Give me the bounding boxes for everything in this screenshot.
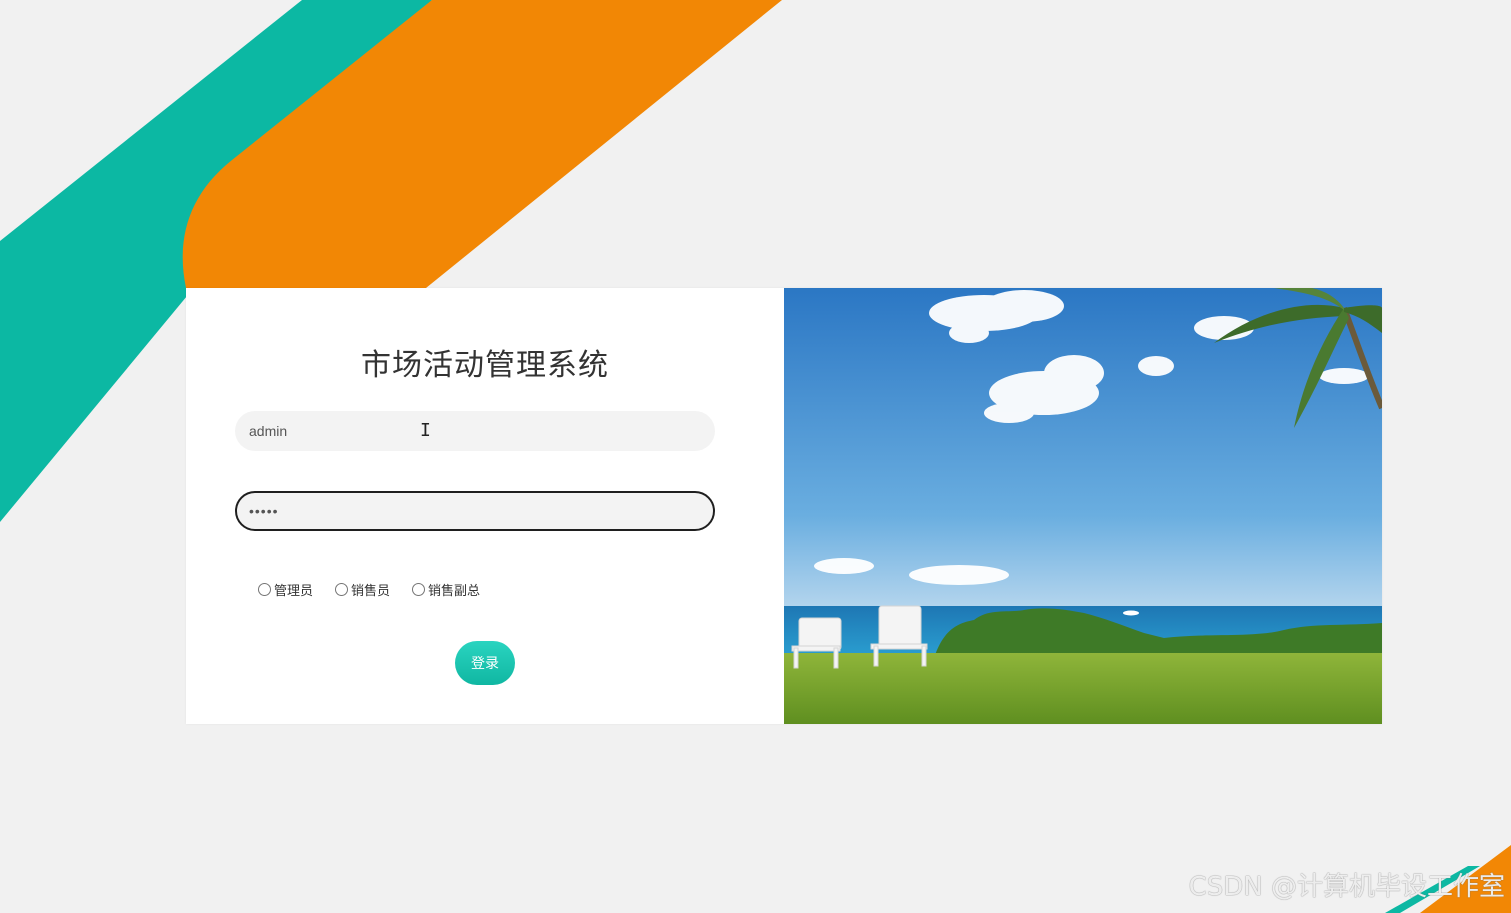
role-salesperson[interactable]: 销售员 bbox=[335, 580, 390, 599]
login-panel: 市场活动管理系统 Ι 管理员 销售员 销售副总 登录 bbox=[186, 288, 784, 724]
login-button[interactable]: 登录 bbox=[455, 641, 515, 685]
role-salesperson-label: 销售员 bbox=[351, 584, 391, 599]
role-selector: 管理员 销售员 销售副总 bbox=[258, 580, 480, 599]
login-card: 市场活动管理系统 Ι 管理员 销售员 销售副总 登录 bbox=[186, 288, 1382, 724]
username-input[interactable] bbox=[235, 411, 715, 451]
beach-scene-illustration bbox=[784, 288, 1382, 724]
role-sales-vp[interactable]: 销售副总 bbox=[412, 580, 480, 599]
page-title: 市场活动管理系统 bbox=[361, 348, 609, 383]
sky bbox=[784, 288, 1382, 613]
role-admin-radio[interactable] bbox=[258, 583, 271, 596]
text-cursor-icon: Ι bbox=[420, 420, 431, 441]
role-admin-label: 管理员 bbox=[274, 584, 314, 599]
role-sales-vp-radio[interactable] bbox=[412, 583, 426, 596]
boat bbox=[1123, 610, 1139, 616]
watermark: CSDN @计算机毕设工作室 bbox=[1188, 872, 1505, 902]
role-salesperson-radio[interactable] bbox=[335, 583, 349, 596]
role-admin[interactable]: 管理员 bbox=[258, 580, 313, 599]
password-input[interactable] bbox=[235, 491, 715, 531]
beach-photo bbox=[784, 288, 1382, 724]
role-sales-vp-label: 销售副总 bbox=[428, 584, 481, 599]
